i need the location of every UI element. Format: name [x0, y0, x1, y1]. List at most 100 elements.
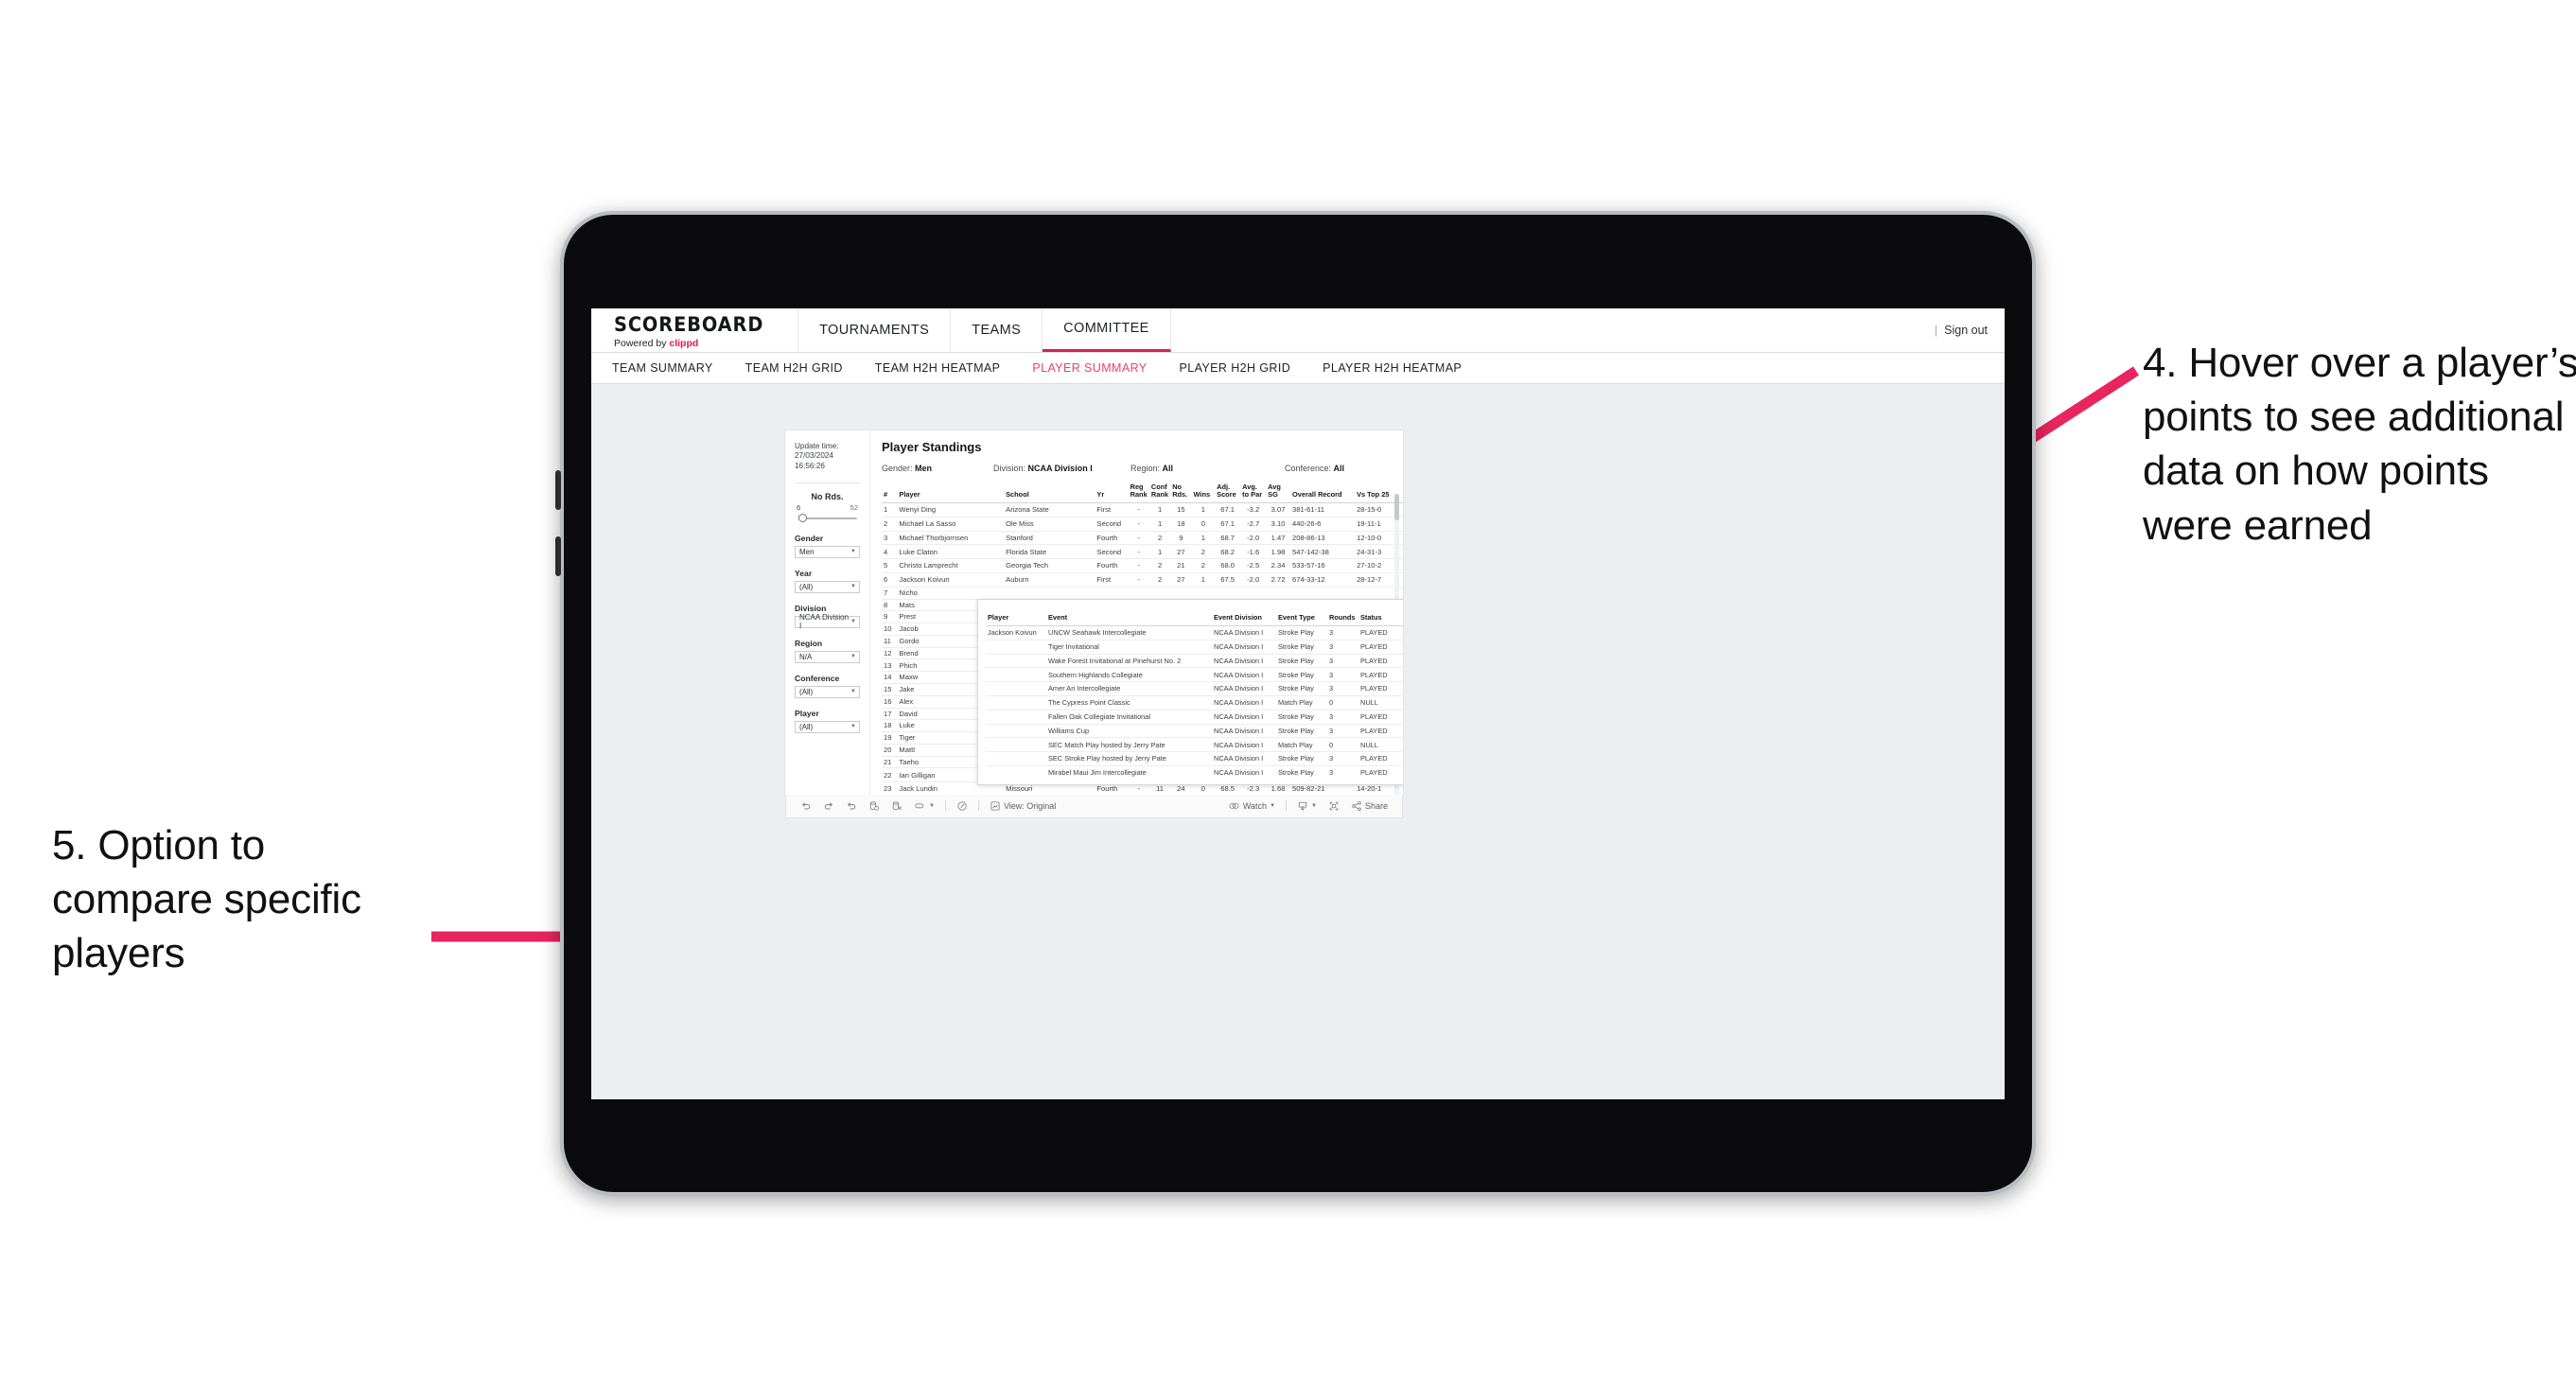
no-rounds-handle[interactable] — [798, 514, 807, 523]
fit-dropdown[interactable]: ▼ — [908, 800, 940, 812]
pause-data-icon[interactable] — [885, 800, 908, 812]
cell-rank: 18 — [882, 719, 898, 733]
download-button[interactable]: ▼ — [1291, 800, 1323, 812]
refresh-data-icon[interactable] — [863, 800, 885, 812]
cell-school: Stanford — [1004, 531, 1095, 546]
chevron-down-icon: ▼ — [850, 654, 856, 660]
filter-region-select[interactable]: N/A ▼ — [795, 650, 860, 663]
cell-conf — [1148, 587, 1171, 600]
filter-player-select[interactable]: (All) ▼ — [795, 720, 860, 733]
redo-icon[interactable] — [817, 800, 840, 812]
subnav-player-summary[interactable]: PLAYER SUMMARY — [1032, 361, 1147, 375]
table-row[interactable]: 7 Nicho — [882, 587, 1403, 600]
cell-conf: 2 — [1148, 531, 1171, 546]
cell-rank: 19 — [882, 731, 898, 745]
highlight-icon[interactable] — [951, 800, 973, 812]
cell-record: 381-61-11 — [1289, 502, 1356, 518]
tablet-side-button-top — [555, 470, 561, 510]
filter-year-label: Year — [795, 568, 813, 578]
cell-t50 — [1401, 587, 1403, 600]
table-row[interactable]: 2 Michael La Sasso Ole Miss Second -1 18 0 67.1… — [882, 517, 1403, 532]
share-button[interactable]: Share — [1345, 800, 1393, 812]
col-no-rds[interactable]: No Rds. — [1170, 481, 1192, 504]
cell-record: 208-86-13 — [1289, 531, 1356, 546]
tooltip-cell-status: PLAYED — [1358, 710, 1401, 725]
col-player[interactable]: Player — [897, 481, 1005, 504]
no-rounds-label: No Rds. — [811, 491, 844, 501]
no-rounds-slider[interactable]: No Rds. 6 52 — [795, 491, 860, 523]
nav-committee[interactable]: COMMITTEE — [1043, 307, 1171, 352]
table-scrollbar-thumb[interactable] — [1394, 493, 1399, 520]
undo-icon[interactable] — [795, 800, 817, 812]
fullscreen-button[interactable] — [1323, 800, 1345, 812]
revert-icon[interactable] — [840, 800, 863, 812]
nav-tournaments[interactable]: TOURNAMENTS — [798, 307, 952, 352]
chevron-down-icon: ▼ — [850, 584, 856, 590]
filter-conference-select[interactable]: (All) ▼ — [795, 685, 860, 698]
col-rank[interactable]: # — [882, 481, 898, 504]
view-original-button[interactable]: View: Original — [984, 800, 1061, 812]
tooltip-cell-status: PLAYED — [1358, 681, 1401, 696]
filter-gender: Gender Men ▼ — [795, 534, 860, 558]
watch-button[interactable]: Watch ▼ — [1222, 800, 1281, 812]
tooltip-cell-status: NULL — [1358, 737, 1401, 753]
cell-school — [1004, 587, 1095, 600]
tooltip-cell-status: PLAYED — [1358, 751, 1401, 766]
filter-gender-value: Men — [799, 547, 815, 556]
tooltip-cell-division: NCAA Division I — [1214, 768, 1264, 778]
tooltip-cell-impact: + 1 — [1401, 667, 1403, 683]
no-rounds-min: 6 — [797, 502, 801, 512]
tooltip-cell-event: Mirabel Maui Jim Intercollegiate — [1048, 768, 1147, 778]
tooltip-cell-rounds: 0 — [1327, 695, 1358, 711]
table-row[interactable]: 6 Jackson Koivun Auburn First -2 27 1 67.5 -2.0 2… — [882, 572, 1403, 588]
cell-rds: 27 — [1170, 544, 1192, 560]
brand-title: SCOREBOARD — [614, 313, 764, 336]
col-school[interactable]: School — [1004, 481, 1095, 504]
page-title: Player Standings — [882, 439, 982, 454]
no-rounds-track[interactable] — [795, 514, 860, 523]
table-row[interactable]: 1 Wenyi Ding Arizona State First -1 15 1 67.1 -3… — [882, 502, 1403, 518]
cell-record: 533-57-16 — [1289, 558, 1356, 573]
cell-sg: 1.98 — [1266, 544, 1290, 560]
filters-divider — [795, 482, 860, 483]
filter-gender-select[interactable]: Men ▼ — [795, 545, 860, 558]
cell-rds: 9 — [1170, 531, 1192, 546]
table-row[interactable]: 3 Michael Thorbjornsen Stanford Fourth -2 9 1 6… — [882, 531, 1403, 546]
cell-par: -2.0 — [1240, 572, 1267, 588]
col-reg-rank[interactable]: Reg Rank — [1128, 481, 1149, 504]
nav-teams[interactable]: TEAMS — [951, 307, 1043, 352]
cell-sg — [1266, 587, 1290, 600]
col-vs-top-50[interactable]: Vs Top 50 — [1401, 481, 1403, 504]
tooltip-row: SEC Match Play hosted by Jerry Pate NCAA … — [986, 737, 1403, 753]
col-yr[interactable]: Yr — [1095, 481, 1129, 504]
filters-panel: Update time: 27/03/2024 16:56:26 No Rds.… — [785, 430, 870, 795]
filter-year-select[interactable]: (All) ▼ — [795, 580, 860, 593]
subnav-team-h2h-heatmap[interactable]: TEAM H2H HEATMAP — [875, 361, 1001, 375]
col-conf-rank[interactable]: Conf Rank — [1148, 481, 1171, 504]
cell-rank: 6 — [882, 572, 898, 588]
tooltip-cell-type: Match Play — [1276, 695, 1327, 711]
col-avg-sg[interactable]: Avg SG — [1266, 481, 1290, 504]
cell-yr: Fourth — [1095, 558, 1129, 573]
tooltip-cell-impact: + 0 — [1401, 681, 1403, 696]
cell-par: -3.2 — [1240, 502, 1267, 518]
filter-division-select[interactable]: NCAA Division I ▼ — [795, 613, 860, 630]
col-overall-record[interactable]: Overall Record — [1289, 481, 1356, 504]
cell-reg: - — [1128, 531, 1149, 546]
tooltip-cell-impact: + 1 — [1401, 710, 1403, 725]
table-row[interactable]: 4 Luke Claton Florida State Second -1 27 2 68.2… — [882, 544, 1403, 560]
col-adj-score[interactable]: Adj. Score — [1215, 481, 1241, 504]
cell-rank: 8 — [882, 599, 898, 612]
subnav-player-h2h-grid[interactable]: PLAYER H2H GRID — [1180, 361, 1291, 375]
col-avg-to-par[interactable]: Avg. to Par — [1240, 481, 1267, 504]
subnav-team-summary[interactable]: TEAM SUMMARY — [612, 361, 713, 375]
table-row[interactable]: 5 Christo Lamprecht Georgia Tech Fourth -2 21… — [882, 558, 1403, 573]
subnav-player-h2h-heatmap[interactable]: PLAYER H2H HEATMAP — [1323, 361, 1462, 375]
chevron-down-icon: ▼ — [850, 689, 856, 695]
col-wins[interactable]: Wins — [1191, 481, 1216, 504]
tooltip-cell-impact: + 0 — [1401, 654, 1403, 669]
cell-rank: 16 — [882, 695, 898, 709]
tooltip-table-head: Player Event Event Division Event Type R… — [986, 605, 1403, 627]
sign-out-link[interactable]: Sign out — [1944, 324, 1988, 337]
subnav-team-h2h-grid[interactable]: TEAM H2H GRID — [745, 361, 843, 375]
